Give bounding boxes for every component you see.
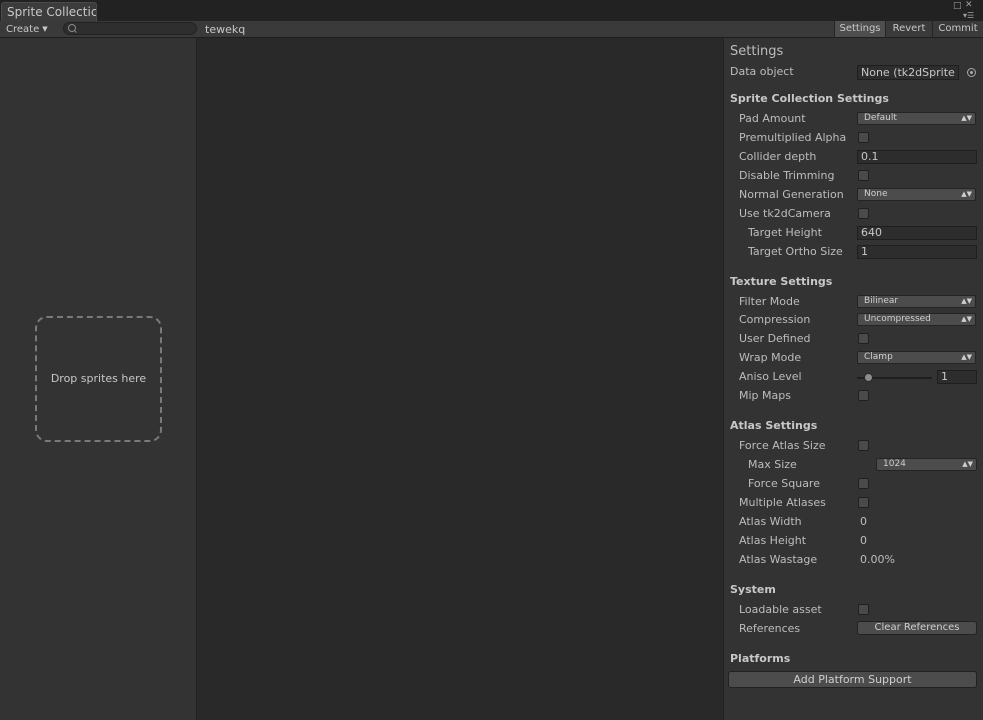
create-button[interactable]: Create ▼ — [6, 21, 48, 37]
toolbar: Create ▼ tewekq Settings Revert Commit — [0, 21, 983, 38]
sprite-list-panel: Drop sprites here — [0, 38, 197, 720]
force-atlas-size-checkbox[interactable] — [858, 440, 869, 451]
collider-depth-label: Collider depth — [739, 150, 817, 163]
wrap-mode-label: Wrap Mode — [739, 351, 802, 364]
dropdown-arrow-icon: ▼ — [42, 25, 48, 33]
compression-value: Uncompressed — [864, 314, 931, 324]
search-icon — [68, 24, 76, 32]
disable-trimming-label: Disable Trimming — [739, 169, 835, 182]
dropdown-arrow-icon: ▲▼ — [961, 353, 972, 361]
normal-generation-value: None — [864, 189, 888, 199]
close-icon[interactable]: ✕ — [965, 0, 973, 10]
aniso-level-label: Aniso Level — [739, 370, 802, 383]
mip-maps-label: Mip Maps — [739, 389, 791, 402]
inspector-title: Settings — [730, 44, 784, 59]
atlas-height-label: Atlas Height — [739, 534, 807, 547]
atlas-width-label: Atlas Width — [739, 515, 802, 528]
window-controls: □ ✕ ▾☰ — [953, 0, 977, 20]
normal-generation-dropdown[interactable]: None ▲▼ — [857, 188, 976, 201]
atlas-height-value: 0 — [860, 534, 867, 547]
multiple-atlases-checkbox[interactable] — [858, 497, 869, 508]
compression-dropdown[interactable]: Uncompressed ▲▼ — [857, 313, 976, 326]
system-header: System — [730, 583, 776, 596]
data-object-label: Data object — [730, 65, 794, 78]
object-picker-icon[interactable] — [967, 68, 976, 77]
drop-zone[interactable]: Drop sprites here — [35, 316, 162, 442]
dropdown-arrow-icon: ▲▼ — [961, 190, 972, 198]
loadable-asset-label: Loadable asset — [739, 603, 822, 616]
maximize-icon[interactable]: □ — [953, 1, 962, 11]
platforms-header: Platforms — [730, 652, 791, 665]
data-object-field[interactable]: None (tk2dSprite — [857, 65, 959, 80]
menu-icon[interactable]: ▾☰ — [963, 11, 974, 21]
aniso-slider-knob[interactable] — [864, 373, 873, 382]
force-square-label: Force Square — [748, 477, 820, 490]
title-bar: Sprite Collectic □ ✕ ▾☰ — [0, 0, 983, 21]
atlas-wastage-label: Atlas Wastage — [739, 553, 818, 566]
wrap-mode-value: Clamp — [864, 352, 893, 362]
references-label: References — [739, 622, 801, 635]
add-platform-support-button[interactable]: Add Platform Support — [728, 671, 977, 688]
window-tab[interactable]: Sprite Collectic — [1, 2, 97, 21]
atlas-width-value: 0 — [860, 515, 867, 528]
wrap-mode-dropdown[interactable]: Clamp ▲▼ — [857, 351, 976, 364]
dropdown-arrow-icon: ▲▼ — [961, 297, 972, 305]
search-input[interactable] — [63, 22, 197, 35]
dropdown-arrow-icon: ▲▼ — [961, 315, 972, 323]
atlas-settings-header: Atlas Settings — [730, 419, 818, 432]
loadable-asset-checkbox[interactable] — [858, 604, 869, 615]
pad-amount-value: Default — [864, 113, 897, 123]
mip-maps-checkbox[interactable] — [858, 390, 869, 401]
use-tk2dcamera-checkbox[interactable] — [858, 208, 869, 219]
normal-generation-label: Normal Generation — [739, 188, 844, 201]
dropdown-arrow-icon: ▲▼ — [961, 114, 972, 122]
create-label: Create — [6, 24, 40, 35]
pad-amount-dropdown[interactable]: Default ▲▼ — [857, 112, 976, 125]
target-ortho-field[interactable]: 1 — [857, 245, 977, 259]
atlas-wastage-value: 0.00% — [860, 553, 895, 566]
collider-depth-field[interactable]: 0.1 — [857, 150, 977, 164]
texture-settings-header: Texture Settings — [730, 275, 833, 288]
premultiplied-alpha-checkbox[interactable] — [858, 132, 869, 143]
preview-area — [197, 38, 723, 720]
max-size-dropdown[interactable]: 1024 ▲▼ — [876, 458, 977, 471]
max-size-label: Max Size — [748, 458, 797, 471]
sprite-collection-header: Sprite Collection Settings — [730, 92, 889, 105]
use-tk2dcamera-label: Use tk2dCamera — [739, 207, 831, 220]
target-height-field[interactable]: 640 — [857, 226, 977, 240]
user-defined-checkbox[interactable] — [858, 333, 869, 344]
dropdown-arrow-icon: ▲▼ — [962, 460, 973, 468]
force-square-checkbox[interactable] — [858, 478, 869, 489]
revert-button[interactable]: Revert — [885, 21, 932, 37]
force-atlas-size-label: Force Atlas Size — [739, 439, 826, 452]
pad-amount-label: Pad Amount — [739, 112, 806, 125]
collection-name: tewekq — [205, 23, 246, 36]
filter-mode-label: Filter Mode — [739, 295, 800, 308]
target-ortho-label: Target Ortho Size — [748, 245, 843, 258]
target-height-label: Target Height — [748, 226, 822, 239]
clear-references-button[interactable]: Clear References — [857, 621, 977, 635]
user-defined-label: User Defined — [739, 332, 811, 345]
aniso-level-field[interactable]: 1 — [937, 370, 977, 384]
filter-mode-value: Bilinear — [864, 296, 899, 306]
compression-label: Compression — [739, 313, 811, 326]
filter-mode-dropdown[interactable]: Bilinear ▲▼ — [857, 295, 976, 308]
commit-button[interactable]: Commit — [932, 21, 983, 37]
multiple-atlases-label: Multiple Atlases — [739, 496, 826, 509]
disable-trimming-checkbox[interactable] — [858, 170, 869, 181]
premultiplied-alpha-label: Premultiplied Alpha — [739, 131, 847, 144]
max-size-value: 1024 — [883, 459, 906, 469]
settings-button[interactable]: Settings — [834, 21, 885, 37]
